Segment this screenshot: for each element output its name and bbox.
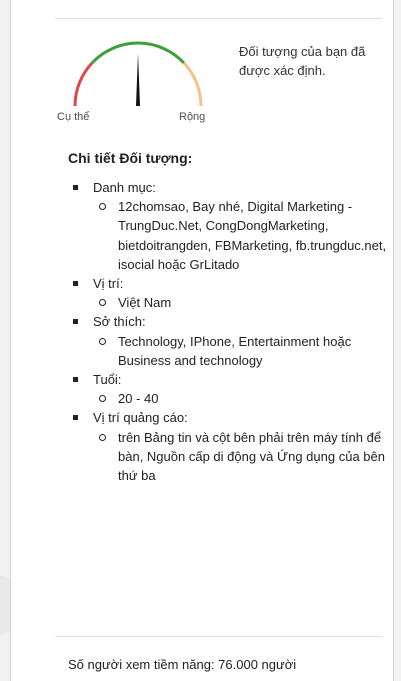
top-divider	[55, 18, 382, 19]
audience-details-title: Chi tiết Đối tượng:	[68, 150, 193, 166]
detail-location: Vị trí: Việt Nam	[68, 274, 388, 312]
potential-reach: Số người xem tiềm năng: 76.000 người	[68, 657, 297, 672]
gauge-description: Đối tượng của bạn đã được xác định.	[239, 44, 366, 78]
detail-category-value: 12chomsao, Bay nhé, Digital Marketing - …	[93, 197, 388, 274]
detail-category-label: Danh mục:	[93, 180, 156, 195]
gauge-needle	[136, 53, 140, 106]
audience-definition-panel: Cụ thể Rộng Đối tượng của bạn đã được xá…	[10, 0, 394, 681]
audience-gauge	[73, 41, 203, 107]
detail-age: Tuổi: 20 - 40	[68, 370, 388, 408]
detail-age-value: 20 - 40	[93, 389, 388, 408]
gauge-right-label: Rộng	[179, 111, 206, 123]
gauge-specific-arc	[73, 61, 94, 107]
detail-interests-label: Sở thích:	[93, 314, 146, 330]
detail-location-label: Vị trí:	[93, 276, 124, 292]
detail-location-value: Việt Nam	[93, 293, 388, 312]
bottom-divider	[55, 636, 382, 637]
detail-interests-value: Technology, IPhone, Entertainment hoặc B…	[93, 332, 388, 370]
detail-placement-value: trên Bảng tin và cột bên phải trên máy t…	[93, 428, 388, 486]
detail-age-label: Tuổi:	[93, 372, 122, 388]
detail-placement: Vị trí quảng cáo: trên Bảng tin và cột b…	[68, 408, 388, 485]
detail-category: Danh mục: 12chomsao, Bay nhé, Digital Ma…	[68, 178, 388, 274]
gauge-broad-arc	[182, 61, 203, 107]
detail-placement-label: Vị trí quảng cáo:	[93, 410, 188, 426]
detail-interests: Sở thích: Technology, IPhone, Entertainm…	[68, 312, 388, 370]
audience-details-list: Danh mục: 12chomsao, Bay nhé, Digital Ma…	[68, 178, 388, 485]
gauge-left-label: Cụ thể	[57, 111, 90, 123]
